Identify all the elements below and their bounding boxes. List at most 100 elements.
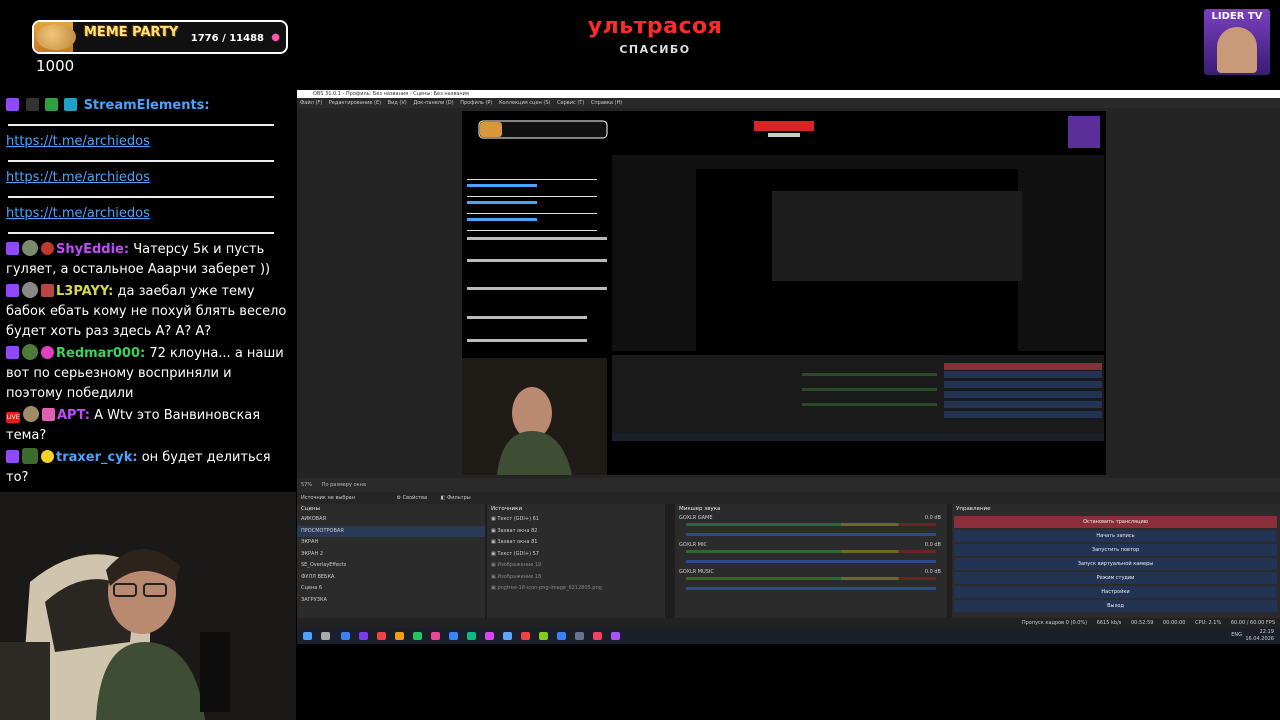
mixer-title: Микшер звука <box>679 506 721 512</box>
dropped-frames: Пропуск кадров 0 (0.0%) <box>1021 620 1088 626</box>
app-icon[interactable] <box>503 632 512 640</box>
source-item[interactable]: ▣ Текст (GDI+) 61 <box>487 514 665 526</box>
chat-username: traxer_cyk: <box>56 450 138 465</box>
volume-slider[interactable] <box>686 533 936 536</box>
stop-stream-button[interactable]: Остановить трансляцию <box>954 516 1277 528</box>
twitch-icon <box>6 346 19 359</box>
menu-profile[interactable]: Профиль (P) <box>460 100 492 106</box>
chat-message: Redmar000: 72 клоуна... а наши вот по се… <box>6 344 290 404</box>
menu-edit[interactable]: Редактирование (E) <box>329 100 381 106</box>
obs-window: OBS 31.0.1 - Профиль: Без названия - Сце… <box>297 90 1280 644</box>
scene-item[interactable]: ЭКРАН 2 <box>297 549 485 561</box>
windows-start-icon[interactable] <box>303 632 312 640</box>
source-item[interactable]: ▣ Захват окна 81 <box>487 537 665 549</box>
live-icon: LIVE <box>6 412 20 423</box>
clock-time[interactable]: 22:19 <box>1260 629 1274 635</box>
app-icon[interactable] <box>341 632 350 640</box>
scene-item[interactable]: ФУЛЛ ВЕБКА <box>297 572 485 584</box>
heart-badge-icon <box>41 346 54 359</box>
app-icon[interactable] <box>449 632 458 640</box>
properties-button[interactable]: ⚙ Свойства <box>397 495 428 501</box>
live-time: 00:52:59 <box>1130 620 1154 626</box>
scene-item[interactable]: ПРОСМОТРОВАЯ <box>297 525 485 537</box>
app-icon[interactable] <box>611 632 620 640</box>
scenes-dock: Сцены АИКОВАЯ ПРОСМОТРОВАЯ ЭКРАН ЭКРАН 2… <box>297 504 485 618</box>
bitrate: 6615 kb/s <box>1096 620 1122 626</box>
track-db: 0.0 dB <box>924 569 941 575</box>
source-item[interactable]: ▣ Текст (GDI+) 57 <box>487 549 665 561</box>
start-recording-button[interactable]: Начать запись <box>954 530 1277 542</box>
volume-slider[interactable] <box>686 560 936 563</box>
app-icon[interactable] <box>359 632 368 640</box>
menu-docks[interactable]: Док-панели (D) <box>413 100 453 106</box>
preview-area[interactable] <box>297 108 1280 478</box>
app-icon[interactable] <box>485 632 494 640</box>
twitch-icon <box>6 284 19 297</box>
twitch-icon <box>6 242 19 255</box>
exit-button[interactable]: Выход <box>954 600 1277 612</box>
app-icon[interactable] <box>413 632 422 640</box>
source-bar: Источник не выбран ⚙ Свойства ◧ Фильтры <box>297 492 1280 504</box>
filters-button[interactable]: ◧ Фильтры <box>441 495 471 501</box>
scene-item[interactable]: SE_OverlayEffects <box>297 560 485 572</box>
menu-tools[interactable]: Сервис (T) <box>557 100 584 106</box>
menu-bar: Файл (F) Редактирование (E) Вид (V) Док-… <box>297 98 1280 108</box>
menu-scene-collection[interactable]: Коллекция сцен (S) <box>499 100 551 106</box>
app-icon[interactable] <box>593 632 602 640</box>
scene-item[interactable]: Сцена 6 <box>297 583 485 595</box>
avatar <box>22 344 38 360</box>
track-name: GOXLR GAME <box>679 515 713 521</box>
chat-link[interactable]: https://t.me/archiedos <box>6 170 150 185</box>
chat-link[interactable]: https://t.me/archiedos <box>6 206 150 221</box>
track-db: 0.0 dB <box>924 542 941 548</box>
app-icon[interactable] <box>431 632 440 640</box>
divider <box>8 232 274 234</box>
sources-dock: Источники ▣ Текст (GDI+) 61 ▣ Захват окн… <box>487 504 665 618</box>
mixer-track: GOXLR MUSIC 0.0 dB <box>675 568 947 595</box>
scene-item[interactable]: ЗАГРУЗКА <box>297 595 485 601</box>
folder-icon[interactable] <box>395 632 404 640</box>
scenes-title: Сцены <box>301 506 320 512</box>
clock-date[interactable]: 16.04.2026 <box>1245 636 1274 642</box>
app-icon[interactable] <box>467 632 476 640</box>
source-item[interactable]: ▣ Изображение 18 <box>487 572 665 584</box>
obs-icon[interactable] <box>575 632 584 640</box>
menu-file[interactable]: Файл (F) <box>300 100 322 106</box>
app-icon[interactable] <box>521 632 530 640</box>
chat-username: APT: <box>57 408 90 423</box>
app-icon[interactable] <box>539 632 548 640</box>
source-item[interactable]: ▣ Изображение 19 <box>487 560 665 572</box>
menu-help[interactable]: Справка (H) <box>591 100 622 106</box>
app-icon[interactable] <box>377 632 386 640</box>
source-item[interactable]: ▣ pngtree-18-icon-png-image_6212805.png <box>487 583 665 595</box>
start-replay-button[interactable]: Запустить повтор <box>954 544 1277 556</box>
divider <box>8 160 274 162</box>
smiley-badge-icon <box>41 450 54 463</box>
zoom-fit-select[interactable]: По размеру окна <box>322 482 366 488</box>
sources-title: Источники <box>491 506 523 512</box>
rec-time: 00:00:00 <box>1163 620 1186 626</box>
preview-image <box>462 111 1106 475</box>
chat-message: ShyEddie: Чатерсу 5к и пусть гуляет, а о… <box>6 240 290 280</box>
avatar <box>22 282 38 298</box>
scene-item[interactable]: ЭКРАН <box>297 537 485 549</box>
status-bar: Пропуск кадров 0 (0.0%) 6615 kb/s 00:52:… <box>297 618 1280 628</box>
volume-slider[interactable] <box>686 587 936 590</box>
search-icon[interactable] <box>321 632 330 640</box>
chat-link[interactable]: https://t.me/archiedos <box>6 134 150 149</box>
twitch-icon <box>6 98 19 111</box>
fps: 60.00 / 60.00 FPS <box>1230 620 1275 626</box>
studio-mode-button[interactable]: Режим студии <box>954 572 1277 584</box>
app-icon[interactable] <box>557 632 566 640</box>
chat-username: ShyEddie: <box>56 242 130 257</box>
menu-view[interactable]: Вид (V) <box>388 100 407 106</box>
settings-button[interactable]: Настройки <box>954 586 1277 598</box>
sword-badge-icon <box>26 98 40 111</box>
avatar <box>23 406 39 422</box>
source-item[interactable]: ▣ Захват окна 82 <box>487 526 665 538</box>
virtual-camera-button[interactable]: Запуск виртуальной камеры <box>954 558 1277 570</box>
mixer-track: GOXLR GAME 0.0 dB <box>675 514 947 541</box>
headline-subtitle: СПАСИБО <box>619 43 691 56</box>
scene-item[interactable]: АИКОВАЯ <box>297 514 485 526</box>
language-indicator[interactable]: ENG <box>1231 632 1242 638</box>
